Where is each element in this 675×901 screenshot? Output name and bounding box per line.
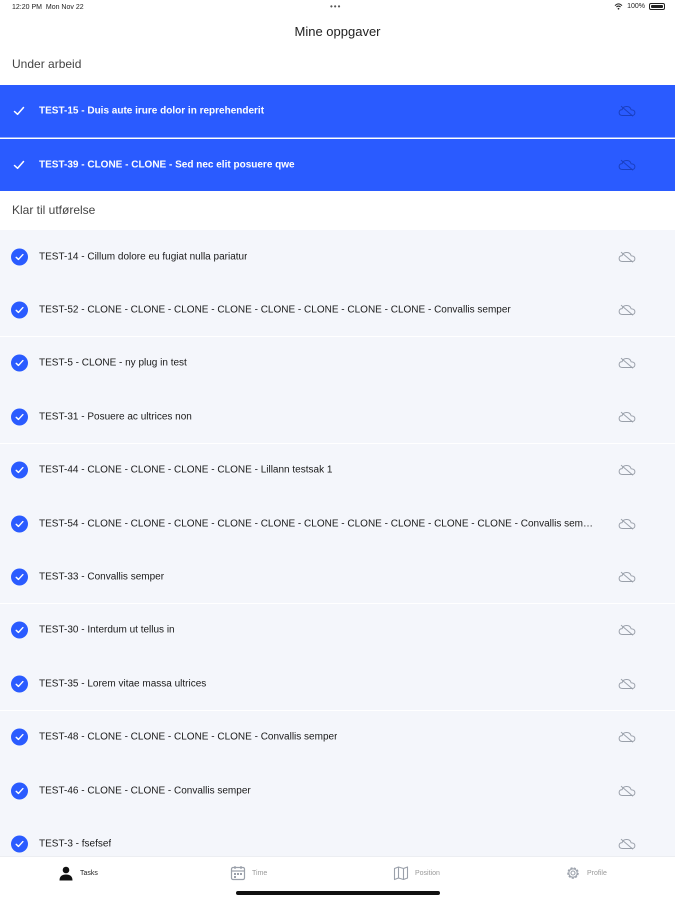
task-title: TEST-31 - Posuere ac ultrices non xyxy=(39,411,192,423)
task-title: TEST-33 - Convallis semper xyxy=(39,571,165,583)
row-divider xyxy=(0,137,675,138)
wifi-icon xyxy=(614,3,623,10)
checkmark-icon xyxy=(13,160,25,170)
cloud-offline-icon xyxy=(618,838,636,850)
task-row-in-progress[interactable]: TEST-39 - CLONE - CLONE - Sed nec elit p… xyxy=(0,139,675,191)
task-title: TEST-30 - Interdum ut tellus in xyxy=(39,624,175,636)
cloud-offline-icon xyxy=(618,464,636,476)
calendar-icon xyxy=(230,866,246,881)
check-circle-icon xyxy=(11,568,28,586)
task-row-ready[interactable]: TEST-46 - CLONE - CLONE - Convallis semp… xyxy=(0,764,675,817)
cloud-offline-icon xyxy=(618,358,636,369)
map-icon xyxy=(393,866,409,881)
check-circle-icon xyxy=(11,408,28,426)
cloud-offline-icon xyxy=(618,785,636,797)
home-indicator xyxy=(236,891,440,895)
cloud-offline-icon xyxy=(618,518,636,530)
check-circle-icon xyxy=(11,248,28,265)
task-row-ready[interactable]: TEST-52 - CLONE - CLONE - CLONE - CLONE … xyxy=(0,283,675,337)
check-circle-icon xyxy=(11,515,28,532)
cloud-offline-icon xyxy=(618,731,636,743)
task-title: TEST-48 - CLONE - CLONE - CLONE - CLONE … xyxy=(39,731,338,743)
battery-icon xyxy=(649,3,665,10)
tab-position[interactable]: Position xyxy=(393,865,440,881)
multitasking-dots[interactable]: ••• xyxy=(330,2,341,11)
tab-label: Position xyxy=(415,869,440,877)
cloud-offline-icon xyxy=(618,251,636,263)
task-row-ready[interactable]: TEST-5 - CLONE - ny plug in test xyxy=(0,336,675,390)
tab-profile[interactable]: Profile xyxy=(565,865,607,881)
task-row-ready[interactable]: TEST-30 - Interdum ut tellus in xyxy=(0,603,675,657)
task-title: TEST-46 - CLONE - CLONE - Convallis semp… xyxy=(39,785,251,796)
tab-label: Tasks xyxy=(80,869,98,877)
check-circle-icon xyxy=(11,728,28,746)
task-row-ready[interactable]: TEST-44 - CLONE - CLONE - CLONE - CLONE … xyxy=(0,443,675,497)
section-header-ready: Klar til utførelse xyxy=(12,203,96,217)
check-circle-icon xyxy=(11,621,28,639)
task-title: TEST-14 - Cillum dolore eu fugiat nulla … xyxy=(39,251,248,262)
gear-icon xyxy=(567,867,579,879)
task-title: TEST-3 - fsefsef xyxy=(39,838,112,850)
cloud-offline-icon xyxy=(618,571,636,583)
check-circle-icon xyxy=(11,782,28,799)
check-circle-icon xyxy=(11,675,28,693)
task-row-ready[interactable]: TEST-31 - Posuere ac ultrices non xyxy=(0,390,675,444)
checkmark-icon xyxy=(13,106,25,116)
tab-label: Profile xyxy=(587,869,607,877)
check-circle-icon xyxy=(11,835,28,853)
status-right: 100% xyxy=(614,3,665,10)
task-title: TEST-15 - Duis aute irure dolor in repre… xyxy=(39,105,265,117)
task-row-ready[interactable]: TEST-14 - Cillum dolore eu fugiat nulla … xyxy=(0,230,675,283)
task-title: TEST-52 - CLONE - CLONE - CLONE - CLONE … xyxy=(39,304,511,316)
person-icon xyxy=(59,866,73,881)
tab-time[interactable]: Time xyxy=(230,865,267,881)
task-title: TEST-39 - CLONE - CLONE - Sed nec elit p… xyxy=(39,159,295,171)
status-bar: 12:20 PM Mon Nov 22 ••• 100% xyxy=(0,0,675,16)
cloud-offline-icon xyxy=(618,678,636,690)
status-time-date: 12:20 PM Mon Nov 22 xyxy=(12,4,84,11)
task-title: TEST-54 - CLONE - CLONE - CLONE - CLONE … xyxy=(39,518,594,529)
tab-tasks[interactable]: Tasks xyxy=(58,865,98,881)
cloud-offline-icon xyxy=(618,159,636,171)
check-circle-icon xyxy=(11,461,28,479)
check-circle-icon xyxy=(11,354,28,372)
page-title: Mine oppgaver xyxy=(294,24,381,39)
cloud-offline-icon xyxy=(618,411,636,423)
task-row-ready[interactable]: TEST-48 - CLONE - CLONE - CLONE - CLONE … xyxy=(0,710,675,764)
cloud-offline-icon xyxy=(618,625,636,636)
task-row-ready[interactable]: TEST-54 - CLONE - CLONE - CLONE - CLONE … xyxy=(0,497,675,550)
section-header-in-progress: Under arbeid xyxy=(12,57,82,71)
task-row-ready[interactable]: TEST-35 - Lorem vitae massa ultrices xyxy=(0,657,675,711)
cloud-offline-icon xyxy=(618,105,636,117)
task-row-in-progress[interactable]: TEST-15 - Duis aute irure dolor in repre… xyxy=(0,85,675,137)
task-row-ready[interactable]: TEST-33 - Convallis semper xyxy=(0,550,675,604)
tab-label: Time xyxy=(252,869,268,877)
task-title: TEST-44 - CLONE - CLONE - CLONE - CLONE … xyxy=(39,464,333,476)
check-circle-icon xyxy=(11,301,28,319)
battery-percent: 100% xyxy=(627,3,645,10)
task-title: TEST-35 - Lorem vitae massa ultrices xyxy=(39,678,207,690)
cloud-offline-icon xyxy=(618,304,636,316)
task-title: TEST-5 - CLONE - ny plug in test xyxy=(39,357,187,369)
